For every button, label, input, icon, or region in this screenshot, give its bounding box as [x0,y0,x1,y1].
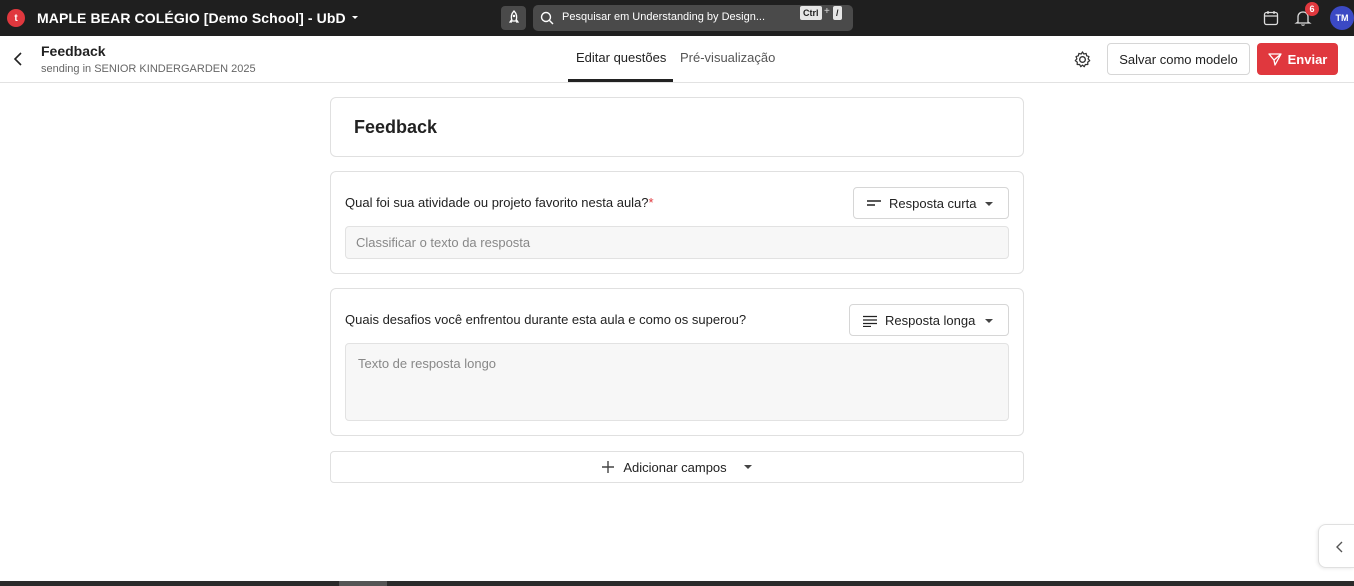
top-bar: t MAPLE BEAR COLÉGIO [Demo School] - UbD… [0,0,1354,36]
question-type-label: Resposta longa [885,312,976,328]
page-header: Feedback sending in SENIOR KINDERGARDEN … [0,36,1354,83]
shortcut-plus: + [824,6,830,17]
app-logo-letter: t [14,12,18,24]
rocket-button[interactable] [501,6,526,30]
tab-edit-questions[interactable]: Editar questões [576,50,666,65]
question-text: Qual foi sua atividade ou projeto favori… [345,195,649,210]
notification-badge: 6 [1305,2,1319,16]
question-text: Quais desafios você enfrentou durante es… [345,312,747,327]
form-title[interactable]: Feedback [354,117,437,138]
send-button[interactable]: Enviar [1257,43,1338,75]
horizontal-scrollbar[interactable] [0,581,1354,586]
short-answer-field[interactable]: Classificar o texto da resposta [345,226,1009,259]
active-tab-indicator [568,79,673,82]
search-placeholder: Pesquisar em Understanding by Design... [562,11,765,23]
question-type-select[interactable]: Resposta curta [853,187,1009,219]
gear-icon[interactable] [1073,50,1092,69]
shortcut-ctrl-key: Ctrl [800,6,822,20]
chevron-down-icon[interactable] [350,12,360,22]
save-as-template-label: Salvar como modelo [1119,51,1238,67]
send-icon [1267,53,1282,66]
shortcut-slash-key: / [833,6,842,20]
long-answer-field[interactable]: Texto de resposta longo [345,343,1009,421]
question-label[interactable]: Qual foi sua atividade ou projeto favori… [345,195,654,210]
required-marker: * [648,195,654,210]
avatar[interactable]: TM [1330,6,1354,30]
answer-placeholder: Texto de resposta longo [358,356,497,371]
send-label: Enviar [1287,51,1328,67]
form-title-card: Feedback [330,97,1024,157]
tab-preview[interactable]: Pré-visualização [680,50,775,65]
app-logo-icon[interactable]: t [7,9,25,27]
rocket-icon [508,10,519,23]
scrollbar-thumb[interactable] [339,581,387,586]
short-answer-icon [867,200,881,206]
chevron-left-icon [1336,541,1343,553]
question-label[interactable]: Quais desafios você enfrentou durante es… [345,312,746,327]
avatar-initials: TM [1335,13,1349,23]
chevron-down-icon [985,202,993,206]
back-arrow-icon[interactable] [10,50,26,68]
save-as-template-button[interactable]: Salvar como modelo [1107,43,1250,75]
question-type-select[interactable]: Resposta longa [849,304,1009,336]
calendar-icon[interactable] [1262,9,1280,27]
chevron-down-icon [985,319,993,323]
answer-placeholder: Classificar o texto da resposta [356,235,531,250]
question-type-label: Resposta curta [889,195,977,211]
search-icon [540,11,554,25]
question-card: Quais desafios você enfrentou durante es… [330,288,1024,436]
plus-icon [602,461,615,473]
chevron-down-icon [743,465,752,469]
question-card: Qual foi sua atividade ou projeto favori… [330,171,1024,274]
long-answer-icon [863,315,877,327]
add-fields-button[interactable]: Adicionar campos [330,451,1024,483]
add-fields-label: Adicionar campos [623,459,727,475]
page-title: Feedback [41,43,106,59]
school-name[interactable]: MAPLE BEAR COLÉGIO [Demo School] - UbD [37,10,346,26]
side-panel-toggle[interactable] [1318,524,1354,568]
page-subtitle: sending in SENIOR KINDERGARDEN 2025 [41,63,256,75]
